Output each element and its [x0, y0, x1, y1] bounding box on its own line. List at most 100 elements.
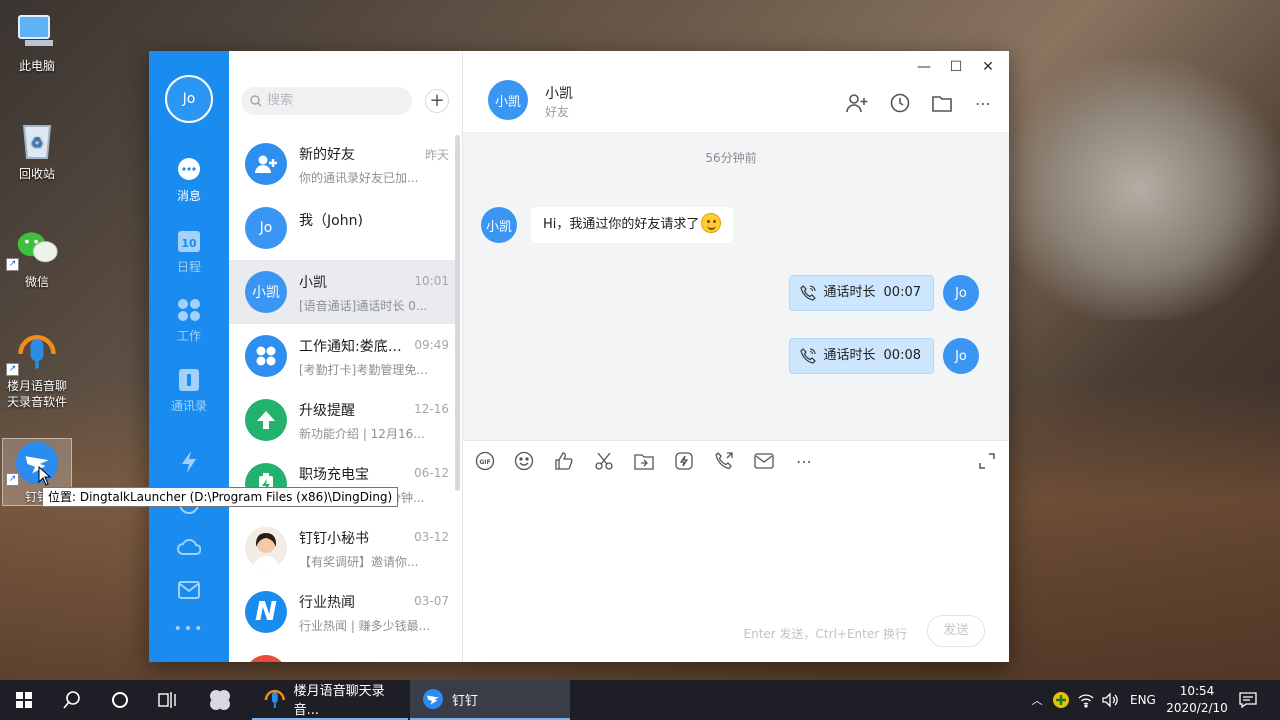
conversation-name: 小凯	[299, 275, 327, 291]
desktop-icon-recycle-bin[interactable]: ♻ 回收站	[6, 118, 68, 182]
search-icon	[250, 95, 262, 107]
rail-item-work[interactable]: 工作	[149, 297, 229, 344]
rail-item-mail[interactable]	[149, 577, 229, 607]
language-indicator[interactable]: ENG	[1130, 693, 1156, 707]
user-avatar[interactable]: Jo	[165, 75, 213, 123]
conversation-name: 职场充电宝	[299, 467, 369, 483]
history-icon[interactable]	[888, 91, 912, 115]
expand-icon[interactable]	[976, 450, 998, 472]
conversation-item[interactable]	[229, 644, 455, 662]
call-icon[interactable]	[713, 450, 735, 472]
microphone-icon	[264, 689, 285, 708]
cortana-icon	[112, 692, 128, 708]
taskbar-app-recorder[interactable]: 楼月语音聊天录音...	[252, 680, 408, 720]
rail-item-messages[interactable]: 消息	[149, 157, 229, 204]
message-bubble[interactable]: Hi，我通过你的好友请求了	[531, 207, 734, 243]
chat-avatar[interactable]: 小凯	[488, 80, 528, 120]
conversation-name: 我（John)	[299, 213, 363, 229]
conversation-item[interactable]: 钉钉小秘书 03-12 【有奖调研】邀请你...	[229, 516, 455, 580]
shortcut-arrow-icon: ↗	[6, 258, 19, 271]
conversation-preview: 你的通讯录好友已加...	[299, 171, 419, 185]
scrollbar[interactable]	[455, 135, 460, 491]
desktop-icon-label: 楼月语音聊天录音软件	[6, 379, 67, 409]
conversation-item[interactable]: 小凯 小凯 10:01 [语音通话]通话时长 0...	[229, 260, 455, 324]
more-icon[interactable]: ⋯	[793, 450, 815, 472]
phone-call-icon	[799, 348, 816, 364]
sender-avatar[interactable]: 小凯	[481, 207, 517, 243]
conversation-item[interactable]: 新的好友 昨天 你的通讯录好友已加...	[229, 132, 455, 196]
scissors-icon[interactable]	[593, 450, 615, 472]
tooltip: 位置: DingtalkLauncher (D:\Program Files (…	[42, 487, 399, 507]
dingtalk-icon	[423, 689, 443, 709]
minimize-button[interactable]: —	[909, 59, 939, 75]
task-view-button[interactable]	[144, 680, 192, 720]
calendar-icon: 10	[176, 228, 202, 254]
rail-item-more[interactable]: •••	[149, 621, 229, 637]
message-input[interactable]: Enter 发送，Ctrl+Enter 换行 发送	[463, 481, 1009, 662]
taskbar-app-dingtalk[interactable]: 钉钉	[410, 680, 570, 720]
chevron-up-icon[interactable]: ︿	[1026, 692, 1048, 708]
conversation-time: 06-12	[414, 466, 449, 480]
conversation-preview: [语音通话]通话时长 0...	[299, 299, 428, 313]
conversation-item[interactable]: 工作通知:娄底市... 09:49 [考勤打卡]考勤管理免...	[229, 324, 455, 388]
rail-item-cloud[interactable]	[149, 534, 229, 564]
call-record-bubble[interactable]: 通话时长 00:08	[788, 338, 934, 374]
search-placeholder: 搜索	[267, 93, 294, 108]
close-button[interactable]: ✕	[973, 59, 1003, 75]
notification-icon	[1239, 692, 1257, 708]
task-view-icon	[158, 692, 176, 708]
maximize-button[interactable]: ☐	[941, 59, 971, 75]
conversation-list: 搜索 + 新的好友 昨天 你的通讯录好友已加... Jo 我（John) 小凯 …	[229, 51, 463, 662]
desktop-icon-label: 此电脑	[18, 59, 55, 73]
microphone-icon	[15, 330, 59, 374]
rail-label: 消息	[176, 189, 201, 203]
security-tray-icon[interactable]	[1052, 691, 1070, 709]
clock[interactable]: 10:54 2020/2/10	[1162, 683, 1232, 717]
taskbar-app-label: 钉钉	[452, 693, 479, 709]
gif-icon[interactable]: GIF	[474, 450, 496, 472]
rail-item-ding[interactable]	[149, 449, 229, 479]
conversation-preview: [考勤打卡]考勤管理免...	[299, 363, 428, 377]
conversation-item[interactable]: N 行业热闻 03-07 行业热闻 | 赚多少钱最...	[229, 580, 455, 644]
shortcut-arrow-icon: ↗	[6, 363, 19, 376]
dingtalk-icon	[15, 441, 59, 485]
mouse-cursor-icon	[38, 466, 52, 486]
notification-button[interactable]	[1232, 680, 1264, 720]
network-icon[interactable]	[1078, 692, 1094, 708]
pinned-app-button[interactable]	[196, 680, 244, 720]
folder-icon[interactable]	[633, 450, 655, 472]
more-icon[interactable]: ⋯	[971, 91, 995, 115]
secretary-avatar	[245, 527, 287, 569]
rail-label: 日程	[176, 260, 201, 274]
folder-icon[interactable]	[930, 91, 954, 115]
dingtalk-window: Jo 消息 10 日程 工作 通讯录 ••• 搜索 + 新的好友 昨天 你的通讯…	[149, 51, 1009, 662]
add-button[interactable]: +	[425, 89, 449, 113]
start-button[interactable]	[0, 680, 48, 720]
search-button[interactable]	[48, 680, 96, 720]
emoji-icon[interactable]	[513, 450, 535, 472]
sender-avatar[interactable]: Jo	[943, 275, 979, 311]
call-record-bubble[interactable]: 通话时长 00:07	[788, 275, 934, 311]
call-label: 通话时长	[823, 285, 876, 300]
taskbar-app-label: 楼月语音聊天录音...	[293, 684, 385, 718]
rail-item-calendar[interactable]: 10 日程	[149, 228, 229, 275]
thumbs-up-icon[interactable]	[553, 450, 575, 472]
call-duration: 00:07	[883, 285, 921, 300]
cortana-button[interactable]	[96, 680, 144, 720]
send-button[interactable]: 发送	[927, 615, 985, 647]
conversation-avatar	[245, 655, 287, 662]
mail-icon[interactable]	[753, 450, 775, 472]
volume-icon[interactable]	[1102, 692, 1118, 708]
upgrade-arrow-icon	[245, 399, 287, 441]
desktop-icon-this-pc[interactable]: 此电脑	[6, 10, 68, 74]
sender-avatar[interactable]: Jo	[943, 338, 979, 374]
ding-icon[interactable]	[673, 450, 695, 472]
new-friend-icon	[245, 143, 287, 185]
add-member-icon[interactable]	[845, 91, 869, 115]
conversation-item[interactable]: 升级提醒 12-16 新功能介绍 | 12月16...	[229, 388, 455, 452]
search-input[interactable]: 搜索	[241, 87, 412, 115]
conversation-item[interactable]: Jo 我（John)	[229, 196, 455, 260]
clock-time: 10:54	[1179, 684, 1215, 698]
rail-item-contacts[interactable]: 通讯录	[149, 367, 229, 414]
recycle-bin-icon: ♻	[15, 118, 59, 162]
